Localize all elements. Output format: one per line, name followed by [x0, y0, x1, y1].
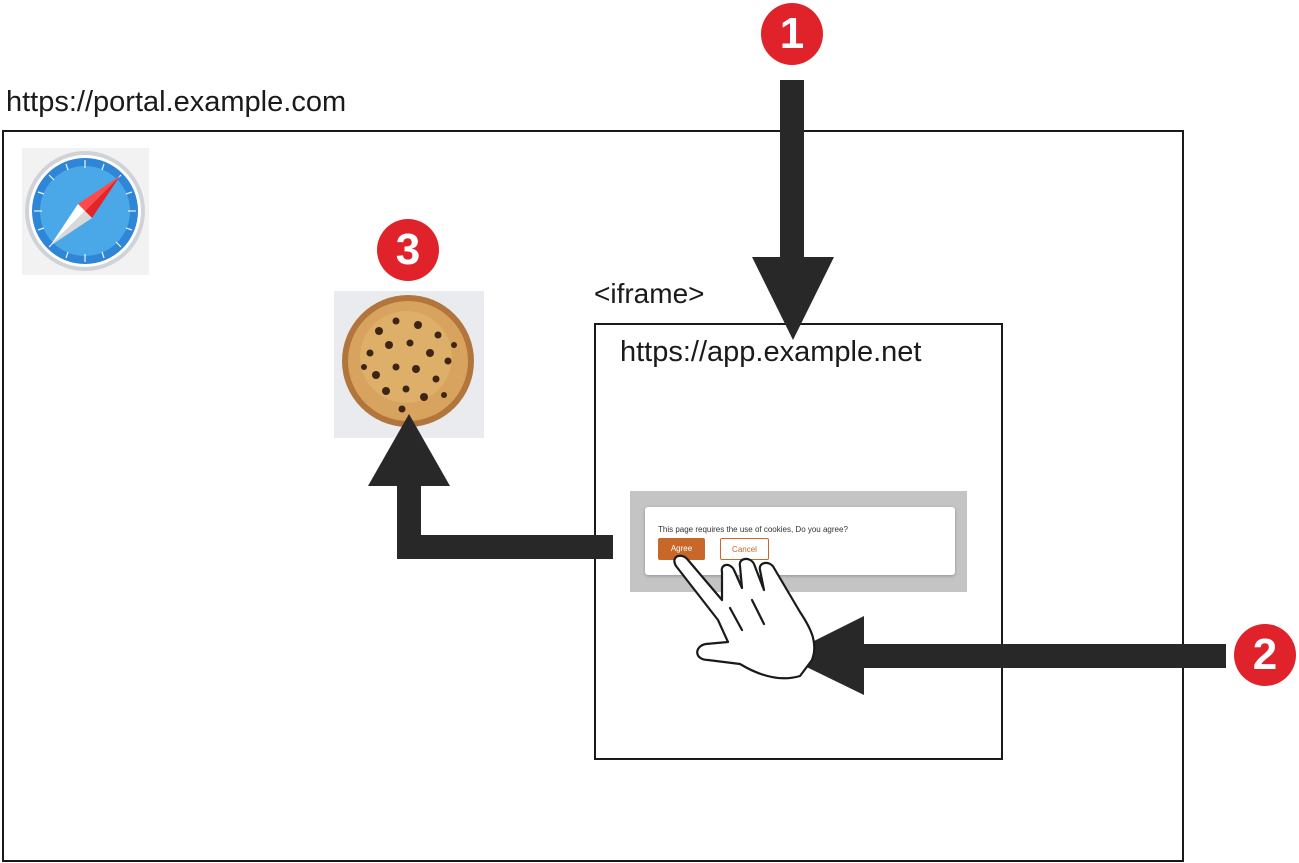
pointing-hand-icon	[673, 554, 816, 680]
step-badge-2: 2	[1234, 624, 1296, 686]
arrow-up-3	[368, 414, 613, 559]
arrow-down-1	[752, 80, 834, 340]
step-badge-3: 3	[377, 219, 439, 281]
arrow-left-2	[784, 616, 1226, 695]
diagram-overlay	[368, 80, 1226, 695]
step-badge-1: 1	[761, 3, 823, 65]
